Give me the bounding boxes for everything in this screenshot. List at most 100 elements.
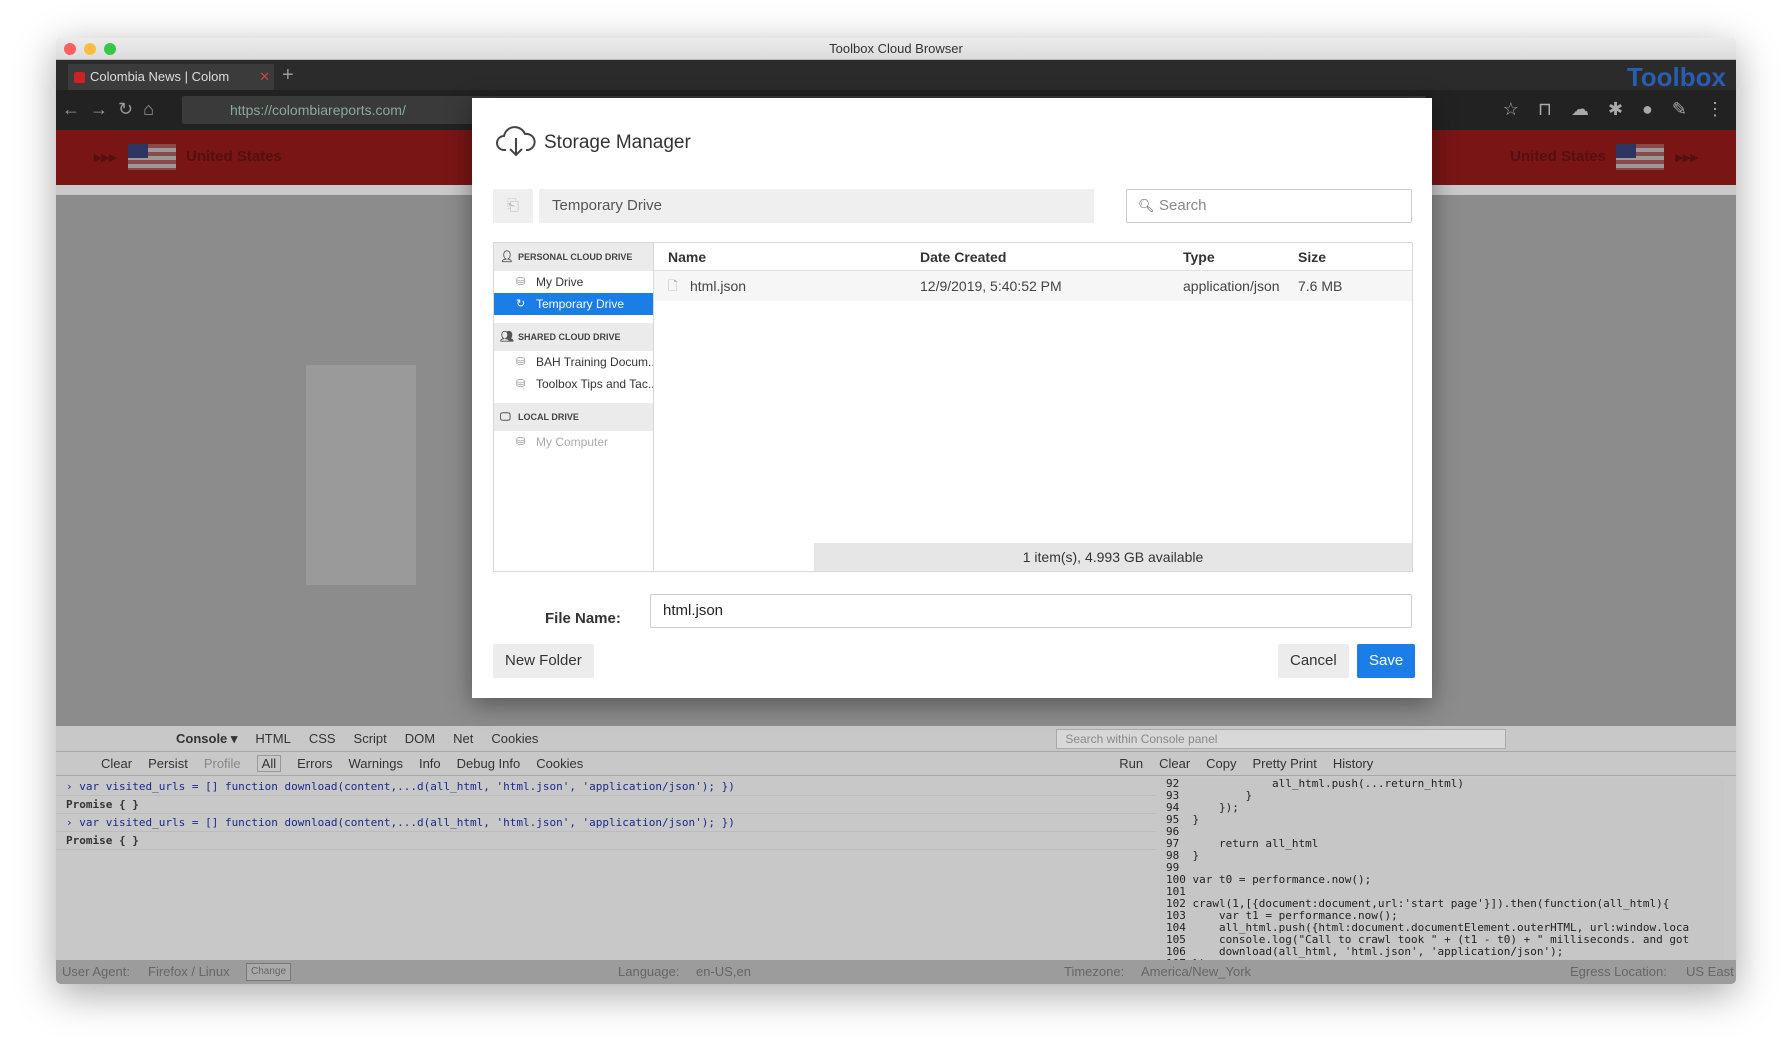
console-line: › var visited_urls = [] function downloa…	[56, 778, 1156, 796]
window-titlebar: Toolbox Cloud Browser	[56, 38, 1736, 60]
section-personal-cloud-drive: 👤︎ PERSONAL CLOUD DRIVE	[494, 243, 653, 271]
status-bar: User Agent: Firefox / Linux Change Langu…	[56, 960, 1736, 984]
save-button[interactable]: Save	[1357, 644, 1416, 678]
column-date-created[interactable]: Date Created	[920, 243, 1006, 271]
filter-info[interactable]: Info	[419, 756, 441, 771]
search-input[interactable]: 🔍︎ Search	[1126, 189, 1412, 223]
cloud-icon[interactable]: ☁	[1571, 99, 1589, 120]
file-name-label: File Name:	[545, 610, 621, 627]
filter-debug-info[interactable]: Debug Info	[457, 756, 521, 771]
drive-sidebar: 👤︎ PERSONAL CLOUD DRIVE ⛁ My Drive ↻ Tem…	[494, 243, 654, 571]
sidebar-item-toolbox-tips[interactable]: ⛁ Toolbox Tips and Tac...	[494, 373, 653, 395]
file-icon: 🗋︎	[668, 279, 678, 293]
devtools-tabs: Console ▾ HTML CSS Script DOM Net Cookie…	[56, 726, 1736, 752]
minimize-window-button[interactable]	[84, 43, 96, 55]
new-folder-button[interactable]: New Folder	[493, 644, 594, 678]
filter-errors[interactable]: Errors	[297, 756, 332, 771]
window-controls	[64, 43, 116, 55]
ad-image	[306, 365, 416, 585]
filter-persist[interactable]: Persist	[148, 756, 188, 771]
cancel-button[interactable]: Cancel	[1278, 644, 1349, 678]
file-date-cell: 12/9/2019, 5:40:52 PM	[920, 278, 1062, 294]
devtools-tab-cookies[interactable]: Cookies	[491, 731, 538, 746]
star-icon[interactable]: ☆	[1503, 99, 1519, 120]
filter-profile[interactable]: Profile	[204, 756, 241, 771]
favicon-icon	[74, 72, 85, 83]
drive-icon: ⛁	[516, 276, 526, 288]
editor-copy[interactable]: Copy	[1206, 756, 1236, 771]
sidebar-item-bah-training[interactable]: ⛁ BAH Training Docum...	[494, 351, 653, 373]
devtools-tab-css[interactable]: CSS	[309, 731, 336, 746]
column-name[interactable]: Name	[668, 243, 706, 271]
console-line: Promise { }	[56, 796, 1156, 814]
drive-icon: ⛁	[516, 378, 526, 390]
parent-folder-button[interactable]: ⎗	[493, 189, 533, 223]
tab-title: Colombia News | Colom	[90, 69, 230, 84]
column-size[interactable]: Size	[1298, 243, 1326, 271]
browser-window: Toolbox Cloud Browser Colombia News | Co…	[56, 38, 1736, 984]
arrows-icon: ▸▸▸	[1675, 149, 1698, 166]
sidebar-item-my-drive[interactable]: ⛁ My Drive	[494, 271, 653, 293]
sidebar-item-my-computer[interactable]: ⛁ My Computer	[494, 431, 653, 453]
sidebar-item-temporary-drive[interactable]: ↻ Temporary Drive	[494, 293, 653, 315]
devtools-panel: Console ▾ HTML CSS Script DOM Net Cookie…	[56, 726, 1736, 960]
file-name-input[interactable]: html.json	[650, 594, 1412, 628]
devtools-tab-dom[interactable]: DOM	[405, 731, 435, 746]
bug-icon[interactable]: ✱	[1608, 99, 1623, 120]
filter-all[interactable]: All	[256, 755, 282, 772]
filter-cookies[interactable]: Cookies	[536, 756, 583, 771]
nav-buttons: ← → ↻ ⌂	[62, 99, 154, 120]
window-title: Toolbox Cloud Browser	[829, 41, 963, 56]
storage-manager-dialog: Storage Manager ⎗ Temporary Drive 🔍︎ Sea…	[472, 98, 1432, 698]
file-type-cell: application/json	[1183, 278, 1280, 294]
extension-icon[interactable]: ●	[1642, 99, 1653, 120]
back-icon[interactable]: ←	[62, 99, 80, 120]
toolbox-logo: Toolbox	[1626, 62, 1726, 92]
user-agent-label: User Agent:	[62, 964, 130, 979]
editor-clear[interactable]: Clear	[1159, 756, 1190, 771]
devtools-tab-console[interactable]: Console ▾	[66, 731, 237, 747]
table-row[interactable]: 🗋︎ html.json 12/9/2019, 5:40:52 PM appli…	[654, 271, 1412, 301]
close-window-button[interactable]	[64, 43, 76, 55]
column-type[interactable]: Type	[1183, 243, 1215, 271]
table-header: Name Date Created Type Size	[654, 243, 1412, 271]
timezone-label: Timezone:	[1064, 964, 1125, 979]
search-placeholder: Search	[1159, 197, 1207, 214]
file-browser: 👤︎ PERSONAL CLOUD DRIVE ⛁ My Drive ↻ Tem…	[493, 242, 1413, 572]
editor-pretty-print[interactable]: Pretty Print	[1253, 756, 1317, 771]
refresh-drive-icon: ↻	[516, 298, 526, 310]
console-search-input[interactable]: Search within Console panel	[1056, 728, 1507, 749]
section-local-drive: 🖵︎ LOCAL DRIVE	[494, 403, 653, 431]
us-flag-icon	[1616, 144, 1664, 170]
filter-warnings[interactable]: Warnings	[349, 756, 403, 771]
search-icon: 🔍︎	[1138, 198, 1155, 213]
country-right: United States	[1510, 148, 1606, 165]
pin-icon[interactable]: ✎	[1672, 99, 1687, 120]
menu-icon[interactable]: ⋮	[1706, 99, 1724, 120]
editor-run[interactable]: Run	[1119, 756, 1143, 771]
forward-icon[interactable]: →	[90, 99, 108, 120]
change-user-agent-select[interactable]: Change	[246, 963, 292, 981]
monitor-icon: 🖵︎	[500, 411, 511, 423]
bookmark-icon[interactable]: ⊓	[1538, 99, 1552, 120]
drive-icon: ⛁	[516, 436, 526, 448]
code-editor[interactable]: 92 all_html.push(...return_html) 93 } 94…	[1160, 778, 1724, 960]
new-tab-icon[interactable]: +	[282, 64, 294, 87]
home-icon[interactable]: ⌂	[143, 99, 154, 120]
storage-summary: 1 item(s), 4.993 GB available	[814, 543, 1412, 571]
arrows-icon: ▸▸▸	[94, 149, 117, 166]
devtools-tab-net[interactable]: Net	[453, 731, 473, 746]
browser-tab[interactable]: Colombia News | Colom ✕	[68, 64, 274, 90]
zoom-window-button[interactable]	[104, 43, 116, 55]
filter-clear[interactable]: Clear	[66, 756, 132, 771]
devtools-filters: Clear Persist Profile All Errors Warning…	[56, 752, 1736, 776]
egress-value: US East	[1686, 964, 1734, 979]
close-tab-icon[interactable]: ✕	[259, 64, 270, 90]
editor-history[interactable]: History	[1333, 756, 1373, 771]
devtools-tab-script[interactable]: Script	[354, 731, 387, 746]
toolbar-icons: ☆ ⊓ ☁ ✱ ● ✎ ⋮	[1503, 99, 1724, 120]
devtools-tab-html[interactable]: HTML	[255, 731, 290, 746]
reload-icon[interactable]: ↻	[118, 99, 133, 120]
group-icon: 👥︎	[500, 331, 514, 343]
language-value: en-US,en	[696, 964, 751, 979]
